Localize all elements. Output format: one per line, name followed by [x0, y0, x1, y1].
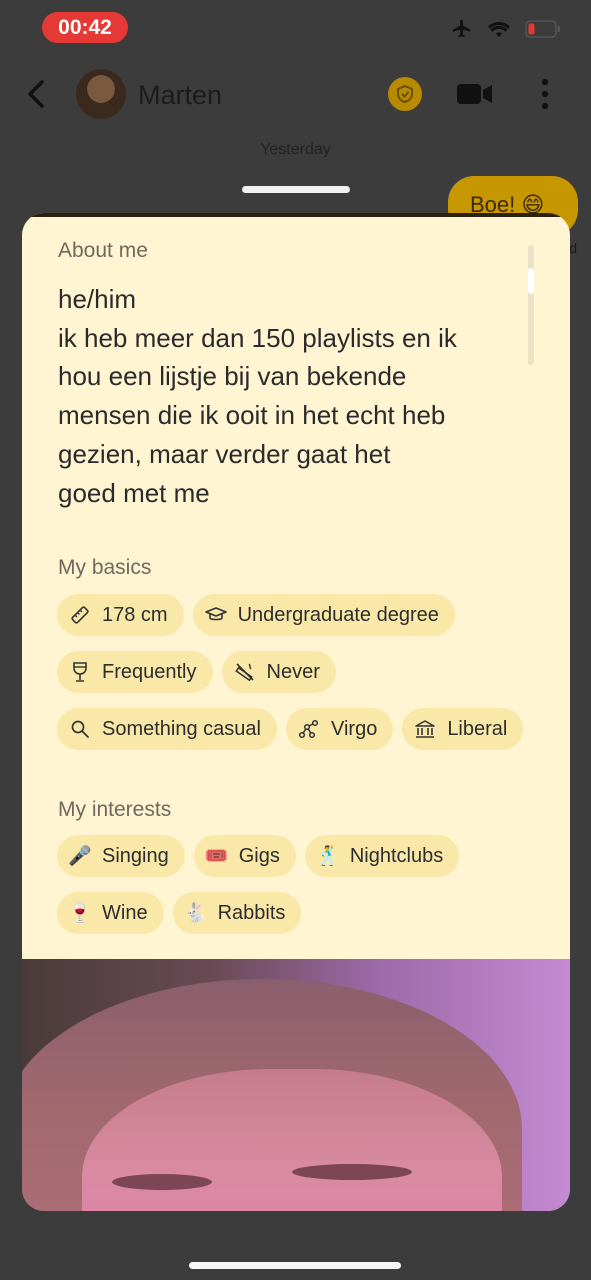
chip-label: Rabbits: [217, 901, 286, 924]
chip-label: 178 cm: [102, 603, 168, 626]
microphone-icon: 🎤: [68, 846, 92, 867]
interest-chip-singing: 🎤 Singing: [57, 835, 185, 877]
chip-label: Something casual: [102, 717, 261, 740]
chip-label: Never: [266, 660, 320, 683]
interest-chip-rabbits: 🐇 Rabbits: [172, 892, 302, 934]
back-arrow-icon[interactable]: [22, 78, 52, 110]
wine-icon: 🍷: [68, 903, 92, 924]
airplane-icon: [452, 19, 471, 38]
government-building-icon: [414, 718, 436, 740]
avatar[interactable]: [76, 69, 126, 119]
chip-label: Gigs: [238, 844, 280, 867]
about-line: gezien, maar verder gaat het: [58, 438, 391, 469]
basic-chip-drinking: Frequently: [57, 651, 213, 693]
about-label: About me: [58, 239, 148, 262]
chip-label: Liberal: [447, 717, 508, 740]
ruler-icon: [69, 604, 91, 626]
basics-row: Frequently Never: [57, 651, 336, 693]
about-line: he/him: [58, 284, 137, 314]
wifi-icon: [488, 22, 510, 37]
chip-label: Wine: [102, 901, 148, 924]
about-line: mensen die ik ooit in het echt heb: [58, 400, 446, 431]
more-options-icon[interactable]: [538, 78, 552, 110]
interests-label: My interests: [58, 798, 172, 821]
zodiac-icon: [298, 718, 320, 740]
about-line: hou een lijstje bij van bekende: [58, 361, 407, 392]
basics-row: Something casual Virgo Liberal: [57, 708, 524, 750]
chip-label: Singing: [102, 844, 169, 867]
basic-chip-politics: Liberal: [402, 708, 524, 750]
photo-edge: [22, 213, 570, 217]
search-icon: [69, 718, 91, 740]
message-status: d: [569, 240, 577, 256]
interest-chip-nightclubs: 🕺 Nightclubs: [304, 835, 460, 877]
smoking-icon: [234, 661, 256, 683]
photo-detail: [112, 1174, 212, 1190]
battery-low-icon: [525, 20, 560, 38]
interests-row: 🎤 Singing 🎟️ Gigs 🕺 Nightclubs: [57, 835, 460, 877]
chip-label: Virgo: [330, 717, 378, 740]
basics-row: 178 cm Undergraduate degree: [57, 594, 455, 636]
contact-name[interactable]: Marten: [138, 80, 222, 111]
graduation-cap-icon: [204, 604, 227, 626]
photo-detail: [292, 1164, 412, 1180]
interest-chip-gigs: 🎟️ Gigs: [193, 835, 296, 877]
date-divider: Yesterday: [260, 141, 331, 158]
about-line: ik heb meer dan 150 playlists en ik: [58, 322, 457, 353]
status-time: 00:42: [42, 12, 128, 43]
basic-chip-looking-for: Something casual: [57, 708, 277, 750]
about-text: he/him ik heb meer dan 150 playlists en …: [58, 280, 538, 512]
status-icons: [451, 18, 561, 40]
basic-chip-zodiac: Virgo: [285, 708, 394, 750]
home-indicator[interactable]: [189, 1262, 401, 1269]
about-line: goed met me: [58, 477, 210, 508]
chip-label: Frequently: [102, 660, 197, 683]
interest-chip-wine: 🍷 Wine: [57, 892, 164, 934]
rabbit-icon: 🐇: [183, 903, 208, 924]
basic-chip-smoking: Never: [221, 651, 336, 693]
interests-row: 🍷 Wine 🐇 Rabbits: [57, 892, 302, 934]
basics-label: My basics: [58, 556, 152, 579]
dancer-icon: 🕺: [316, 846, 340, 867]
video-call-icon[interactable]: [457, 82, 493, 106]
sheet-grabber[interactable]: [242, 186, 350, 193]
ticket-icon: 🎟️: [204, 846, 229, 867]
chip-label: Undergraduate degree: [237, 603, 439, 626]
profile-sheet[interactable]: About me he/him ik heb meer dan 150 play…: [22, 213, 570, 1211]
basic-chip-height: 178 cm: [57, 594, 184, 636]
chip-label: Nightclubs: [349, 844, 444, 867]
profile-photo[interactable]: [22, 959, 570, 1211]
wine-glass-icon: [69, 661, 91, 683]
verified-badge-icon[interactable]: [388, 77, 422, 111]
basic-chip-education: Undergraduate degree: [192, 594, 455, 636]
